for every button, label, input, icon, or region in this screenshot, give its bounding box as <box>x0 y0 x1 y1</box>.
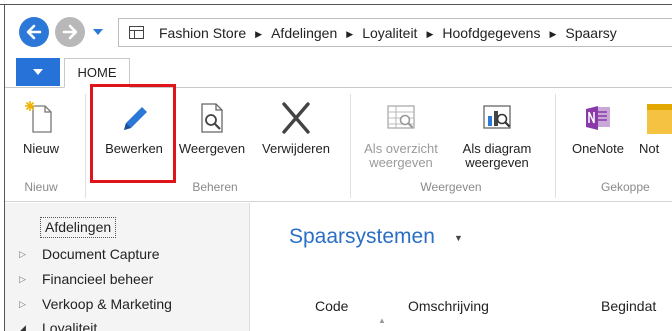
breadcrumb-item[interactable]: Loyaliteit <box>362 25 417 41</box>
nav-item-afdelingen[interactable]: Afdelingen <box>40 217 117 238</box>
window-top-border <box>0 0 672 5</box>
column-header-begindatum[interactable]: Begindat <box>601 298 656 314</box>
breadcrumb: Fashion Store ▶ Afdelingen ▶ Loyaliteit ▶ Hoof… <box>118 18 672 47</box>
onenote-button-label: OneNote <box>571 141 625 156</box>
expand-arrow-icon: ▷ <box>19 249 26 259</box>
new-button-label: Nieuw <box>22 141 60 156</box>
onenote-button[interactable]: OneNote <box>563 88 633 178</box>
group-separator <box>350 94 351 198</box>
group-label-beheren: Beheren <box>192 180 238 194</box>
chevron-right-icon: ▶ <box>346 29 354 39</box>
forward-button[interactable] <box>55 17 85 47</box>
navigation-pane: Afdelingen ▷ Document Capture ▷ Financie… <box>5 203 250 331</box>
column-header-code[interactable]: Code <box>315 298 348 314</box>
column-header-omschrijving[interactable]: Omschrijving <box>408 298 489 314</box>
show-as-list-label-line2: weergeven <box>369 155 433 170</box>
history-dropdown[interactable] <box>92 26 104 38</box>
view-document-icon <box>201 103 223 133</box>
back-button[interactable] <box>19 17 49 47</box>
onenote-icon <box>586 106 610 130</box>
view-button-label: Weergeven <box>178 141 246 156</box>
nav-item-label: Financieel beheer <box>42 271 154 287</box>
notes-button-label: Not <box>639 141 660 156</box>
collapse-arrow-icon: ◢ <box>19 323 26 331</box>
notes-icon <box>647 104 672 134</box>
content-area: Spaarsystemen ▼ Code Omschrijving ▲ Begi… <box>251 203 672 331</box>
new-button[interactable]: Nieuw <box>15 88 67 178</box>
application-menu-button[interactable] <box>16 58 60 86</box>
sort-ascending-icon: ▲ <box>378 316 386 325</box>
nav-item-label: Document Capture <box>42 246 160 262</box>
delete-x-icon <box>282 102 310 134</box>
breadcrumb-item[interactable]: Spaarsy <box>565 25 616 41</box>
table-icon <box>129 26 144 39</box>
show-as-list-label-line1: Als overzicht <box>364 141 438 156</box>
expand-arrow-icon: ▷ <box>19 274 26 284</box>
arrow-right-icon <box>62 24 78 40</box>
show-as-chart-label-line1: Als diagram <box>462 141 532 156</box>
chevron-down-icon <box>33 69 43 75</box>
new-document-icon <box>25 101 52 133</box>
show-as-chart-button[interactable]: Als diagram weergeven <box>451 88 543 178</box>
delete-button[interactable]: Verwijderen <box>253 88 339 178</box>
notes-button[interactable]: Not <box>637 88 672 178</box>
show-as-list-label: Als overzicht weergeven <box>357 142 445 170</box>
chevron-right-icon: ▶ <box>426 29 434 39</box>
chevron-down-icon[interactable]: ▼ <box>454 233 463 243</box>
group-label-gekoppeld: Gekoppe <box>601 180 650 194</box>
breadcrumb-item[interactable]: Hoofdgegevens <box>442 25 540 41</box>
show-as-list-button[interactable]: Als overzicht weergeven <box>357 88 445 178</box>
show-as-chart-label: Als diagram weergeven <box>451 142 543 170</box>
chevron-down-icon <box>93 29 103 35</box>
group-separator <box>555 94 556 198</box>
view-button[interactable]: Weergeven <box>172 88 252 178</box>
nav-item-label: Loyaliteit <box>42 320 98 331</box>
breadcrumb-item[interactable]: Fashion Store <box>159 25 246 41</box>
expand-arrow-icon: ▷ <box>19 299 26 309</box>
group-separator <box>85 94 86 198</box>
breadcrumb-item[interactable]: Afdelingen <box>271 25 337 41</box>
nav-item-label: Verkoop & Marketing <box>42 296 172 312</box>
highlight-box <box>90 84 176 183</box>
show-as-chart-label-line2: weergeven <box>465 155 529 170</box>
arrow-left-icon <box>26 24 42 40</box>
delete-button-label: Verwijderen <box>262 141 330 156</box>
page-title: Spaarsystemen <box>289 225 435 248</box>
list-view-icon <box>387 105 415 129</box>
group-label-weergeven: Weergeven <box>420 180 482 194</box>
chevron-right-icon: ▶ <box>255 29 263 39</box>
group-label-nieuw: Nieuw <box>24 180 58 194</box>
chevron-right-icon: ▶ <box>549 29 557 39</box>
chart-view-icon <box>483 105 511 129</box>
address-bar: Fashion Store ▶ Afdelingen ▶ Loyaliteit ▶ Hoof… <box>5 6 672 58</box>
